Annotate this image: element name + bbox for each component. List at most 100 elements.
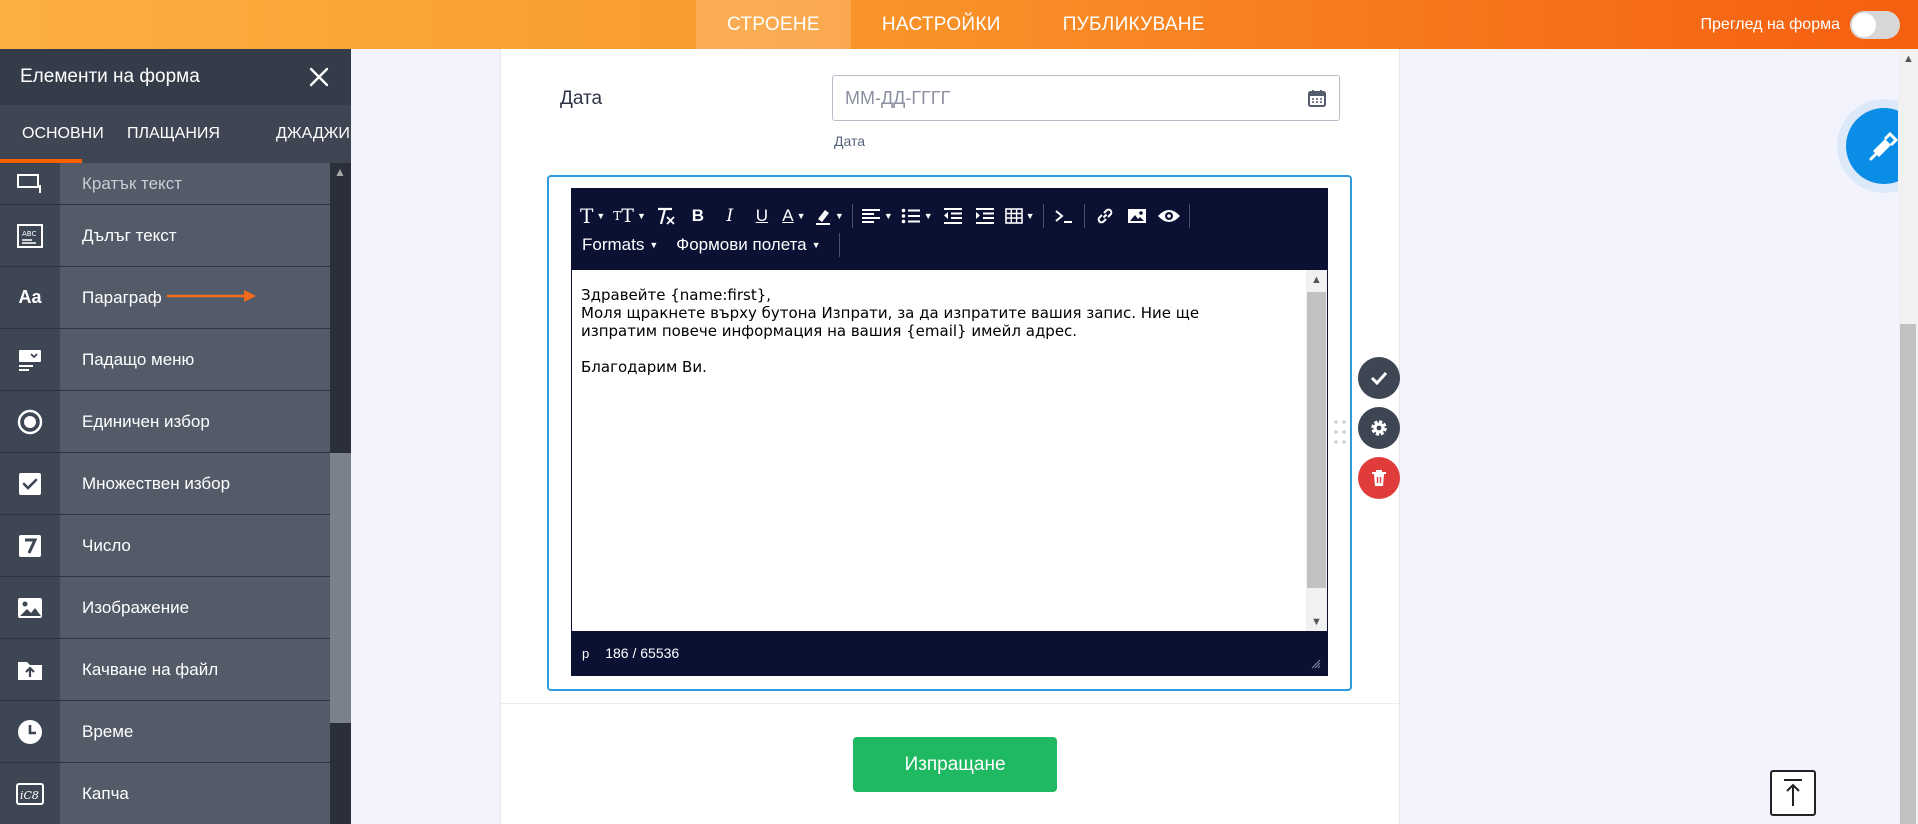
element-label: Кратък текст bbox=[82, 173, 182, 193]
preview-eye-icon[interactable] bbox=[1157, 203, 1181, 229]
char-count: 186 / 65536 bbox=[605, 645, 680, 661]
calendar-icon[interactable] bbox=[1307, 88, 1327, 108]
formats-dropdown[interactable]: Formats ▼ bbox=[582, 235, 658, 255]
date-sublabel: Дата bbox=[834, 133, 866, 149]
editor-scrollbar-thumb[interactable] bbox=[1307, 292, 1326, 588]
toolbar-separator bbox=[1188, 204, 1190, 228]
arrow-up-icon bbox=[1784, 779, 1802, 806]
radio-icon bbox=[0, 391, 60, 452]
element-label: Капча bbox=[82, 783, 129, 803]
captcha-icon: iC8 bbox=[0, 763, 60, 824]
form-elements-panel: Елементи на форма ОСНОВНИ ПЛАЩАНИЯ ДЖАДЖ… bbox=[0, 49, 351, 824]
resize-grip-icon[interactable] bbox=[1311, 659, 1321, 669]
editor-content[interactable]: Здравейте {name:first}, Моля щракнете въ… bbox=[572, 270, 1307, 632]
scroll-down-icon[interactable]: ▼ bbox=[1311, 616, 1322, 628]
form-fields-dropdown[interactable]: Формови полета ▼ bbox=[676, 235, 820, 255]
tab-settings[interactable]: НАСТРОЙКИ bbox=[851, 0, 1032, 49]
editor-line: Здравейте {name:first}, bbox=[581, 286, 772, 304]
page-scrollbar-thumb[interactable] bbox=[1900, 324, 1916, 824]
page-scrollbar[interactable]: ▲ bbox=[1898, 49, 1918, 824]
element-file-upload[interactable]: Качване на файл bbox=[0, 639, 330, 701]
element-list: Кратък текст ABC Дълъг текст Aa Параграф… bbox=[0, 163, 330, 824]
form-preview-label: Преглед на форма bbox=[1700, 15, 1840, 33]
element-long-text[interactable]: ABC Дълъг текст bbox=[0, 205, 330, 267]
paint-roller-icon bbox=[1869, 131, 1899, 161]
close-icon[interactable] bbox=[305, 63, 333, 91]
panel-header: Елементи на форма bbox=[0, 49, 351, 105]
element-label: Падащо меню bbox=[82, 349, 195, 369]
settings-button[interactable] bbox=[1358, 407, 1400, 449]
element-paragraph[interactable]: Aa Параграф bbox=[0, 267, 330, 329]
submit-button[interactable]: Изпращане bbox=[853, 737, 1057, 792]
link-icon[interactable] bbox=[1093, 203, 1117, 229]
panel-scrollbar[interactable]: ▲ bbox=[330, 163, 351, 824]
element-short-text[interactable]: Кратък текст bbox=[0, 163, 330, 205]
scroll-up-icon[interactable]: ▲ bbox=[334, 165, 346, 179]
date-input[interactable]: ММ-ДД-ГГГГ bbox=[832, 75, 1340, 121]
scroll-up-icon[interactable]: ▲ bbox=[1903, 53, 1914, 65]
long-text-icon: ABC bbox=[0, 205, 60, 266]
toolbar-separator bbox=[1083, 204, 1085, 228]
number-icon bbox=[0, 515, 60, 576]
element-label: Изображение bbox=[82, 597, 190, 617]
element-label: Дълъг текст bbox=[82, 225, 177, 245]
svg-text:iC8: iC8 bbox=[20, 789, 39, 802]
bold-icon[interactable]: B bbox=[686, 203, 710, 229]
tab-payments[interactable]: ПЛАЩАНИЯ bbox=[117, 125, 234, 143]
confirm-button[interactable] bbox=[1358, 357, 1400, 399]
editor-scrollbar[interactable]: ▲ ▼ bbox=[1306, 270, 1327, 632]
date-placeholder: ММ-ДД-ГГГГ bbox=[845, 87, 951, 108]
align-icon[interactable]: ▼ bbox=[861, 203, 893, 229]
editor-line: Благодарим Ви. bbox=[581, 358, 707, 376]
element-time[interactable]: Време bbox=[0, 701, 330, 763]
outdent-icon[interactable] bbox=[941, 203, 965, 229]
form-preview-toggle[interactable] bbox=[1850, 10, 1900, 39]
rich-text-editor[interactable]: T ▼ T T ▼ B I U A ▼ ▼ ▼ ▼ ▼ Formats ▼ Фо… bbox=[571, 188, 1328, 676]
underline-icon[interactable]: U bbox=[750, 203, 774, 229]
date-field-label: Дата bbox=[560, 88, 603, 109]
scroll-up-icon[interactable]: ▲ bbox=[1311, 274, 1322, 286]
text-color-icon[interactable]: A ▼ bbox=[782, 203, 806, 229]
submit-divider bbox=[501, 703, 1399, 704]
element-label: Число bbox=[82, 535, 131, 555]
editor-line: Моля щракнете върху бутона Изпрати, за д… bbox=[581, 304, 1200, 322]
element-multiple-choice[interactable]: Множествен избор bbox=[0, 453, 330, 515]
element-image[interactable]: Изображение bbox=[0, 577, 330, 639]
list-icon[interactable]: ▼ bbox=[901, 203, 933, 229]
trash-icon bbox=[1372, 470, 1386, 486]
gear-icon bbox=[1371, 420, 1387, 436]
font-family-button[interactable]: T ▼ bbox=[580, 203, 605, 229]
image-icon bbox=[0, 577, 60, 638]
font-size-button[interactable]: T T ▼ bbox=[613, 203, 646, 229]
check-icon bbox=[1370, 371, 1388, 385]
insert-image-icon[interactable] bbox=[1125, 203, 1149, 229]
highlight-icon[interactable]: ▼ bbox=[814, 203, 844, 229]
paragraph-icon: Aa bbox=[0, 267, 60, 328]
element-dropdown[interactable]: Падащо меню bbox=[0, 329, 330, 391]
panel-scrollbar-thumb[interactable] bbox=[330, 453, 351, 723]
tab-build[interactable]: СТРОЕНЕ bbox=[696, 0, 851, 49]
tab-publish[interactable]: ПУБЛИКУВАНЕ bbox=[1032, 0, 1236, 49]
checkbox-icon bbox=[0, 453, 60, 514]
delete-button[interactable] bbox=[1358, 457, 1400, 499]
element-single-choice[interactable]: Единичен избор bbox=[0, 391, 330, 453]
element-number[interactable]: Число bbox=[0, 515, 330, 577]
field-actions bbox=[1358, 357, 1400, 507]
clear-format-icon[interactable] bbox=[654, 203, 678, 229]
table-icon[interactable]: ▼ bbox=[1004, 203, 1035, 229]
top-bar: СТРОЕНЕ НАСТРОЙКИ ПУБЛИКУВАНЕ Преглед на… bbox=[0, 0, 1918, 49]
tab-basic[interactable]: ОСНОВНИ bbox=[0, 125, 117, 143]
clock-icon bbox=[0, 701, 60, 762]
tab-widgets[interactable]: ДЖАДЖИ bbox=[234, 125, 351, 143]
element-label: Единичен избор bbox=[82, 411, 210, 431]
italic-icon[interactable]: I bbox=[718, 203, 742, 229]
indent-icon[interactable] bbox=[973, 203, 997, 229]
element-captcha[interactable]: iC8 Капча bbox=[0, 763, 330, 824]
toolbar-separator bbox=[851, 204, 853, 228]
drag-handle-icon[interactable] bbox=[1333, 419, 1347, 445]
editor-statusbar: p 186 / 65536 bbox=[572, 631, 1327, 675]
element-path[interactable]: p bbox=[582, 646, 589, 661]
scroll-to-top-button[interactable] bbox=[1770, 770, 1816, 816]
element-label: Качване на файл bbox=[82, 659, 219, 679]
code-icon[interactable] bbox=[1052, 203, 1076, 229]
